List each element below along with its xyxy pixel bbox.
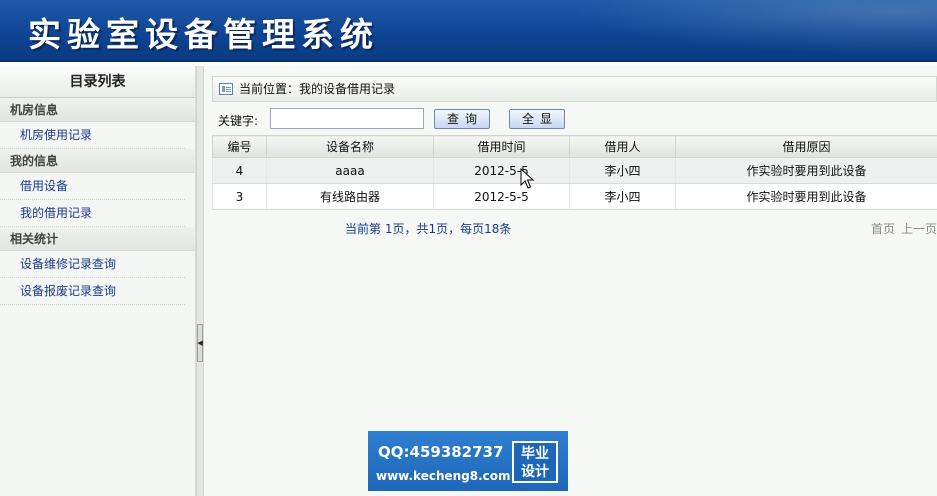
sidebar-item-repair-records-query[interactable]: 设备维修记录查询 xyxy=(0,251,185,278)
cell-borrow-time: 2012-5-5 xyxy=(433,157,570,184)
sidebar-item-borrow-equipment[interactable]: 借用设备 xyxy=(0,173,185,200)
page-icon xyxy=(219,83,233,95)
table-header-row: 编号 设备名称 借用时间 借用人 借用原因 xyxy=(212,135,937,158)
mouse-pointer-icon xyxy=(520,168,534,189)
cell-borrow-reason: 作实验时要用到此设备 xyxy=(675,183,937,210)
cell-borrower: 李小四 xyxy=(569,183,676,210)
prev-page-link[interactable]: 上一页 xyxy=(901,222,937,236)
borrow-records-table: 编号 设备名称 借用时间 借用人 借用原因 4 aaaa 2012-5-5 李小… xyxy=(212,135,937,210)
collapse-arrow-icon[interactable]: ◀ xyxy=(197,324,203,362)
sidebar-splitter[interactable]: ◀ xyxy=(196,66,204,496)
sidebar-group-machine-room[interactable]: 机房信息 xyxy=(0,98,195,122)
column-header-equipment-name: 设备名称 xyxy=(266,135,434,158)
cell-borrow-reason: 作实验时要用到此设备 xyxy=(675,157,937,184)
search-bar: 关键字: 查询 全显 xyxy=(212,108,937,130)
watermark-badge-line2: 设计 xyxy=(521,464,549,480)
watermark-badge: 毕业 设计 xyxy=(512,441,558,483)
pagination-nav: 首页 上一页 xyxy=(865,220,937,237)
cell-borrow-time: 2012-5-5 xyxy=(433,183,570,210)
cell-borrower: 李小四 xyxy=(569,157,676,184)
watermark-badge-line1: 毕业 xyxy=(521,446,549,462)
sidebar-item-machine-room-usage[interactable]: 机房使用记录 xyxy=(0,122,185,149)
sidebar-item-scrap-records-query[interactable]: 设备报废记录查询 xyxy=(0,278,185,305)
main-content: 当前位置：我的设备借用记录 关键字: 查询 全显 编号 设备名称 借用时间 借用… xyxy=(205,66,937,496)
show-all-button[interactable]: 全显 xyxy=(509,109,565,129)
sidebar: 目录列表 机房信息 机房使用记录 我的信息 借用设备 我的借用记录 相关统计 设… xyxy=(0,66,196,496)
watermark-qq: QQ:459382737 xyxy=(378,443,504,461)
table-row[interactable]: 3 有线路由器 2012-5-5 李小四 作实验时要用到此设备 xyxy=(212,183,937,210)
cell-equipment-name: 有线路由器 xyxy=(266,183,434,210)
watermark-banner: QQ:459382737 www.kecheng8.com 毕业 设计 xyxy=(368,431,568,491)
sidebar-item-my-borrow-records[interactable]: 我的借用记录 xyxy=(0,200,185,227)
column-header-borrow-reason: 借用原因 xyxy=(675,135,937,158)
first-page-link[interactable]: 首页 xyxy=(871,222,895,236)
breadcrumb: 当前位置：我的设备借用记录 xyxy=(212,76,937,102)
keyword-label: 关键字: xyxy=(218,114,259,128)
sidebar-title: 目录列表 xyxy=(0,66,195,98)
column-header-borrow-time: 借用时间 xyxy=(433,135,570,158)
column-header-borrower: 借用人 xyxy=(569,135,676,158)
sidebar-group-statistics[interactable]: 相关统计 xyxy=(0,227,195,251)
column-header-id: 编号 xyxy=(212,135,267,158)
table-row[interactable]: 4 aaaa 2012-5-5 李小四 作实验时要用到此设备 xyxy=(212,157,937,184)
keyword-input[interactable] xyxy=(270,108,424,129)
breadcrumb-text: 当前位置：我的设备借用记录 xyxy=(239,82,396,96)
sidebar-group-my-info[interactable]: 我的信息 xyxy=(0,149,195,173)
header-banner: 实验室设备管理系统 xyxy=(0,0,937,62)
cell-id: 3 xyxy=(212,183,267,210)
cell-equipment-name: aaaa xyxy=(266,157,434,184)
watermark-site: www.kecheng8.com xyxy=(376,469,511,483)
app-title: 实验室设备管理系统 xyxy=(28,15,379,54)
query-button[interactable]: 查询 xyxy=(434,109,490,129)
pagination-info: 当前第 1页，共1页，每页18条 xyxy=(345,222,512,236)
cell-id: 4 xyxy=(212,157,267,184)
